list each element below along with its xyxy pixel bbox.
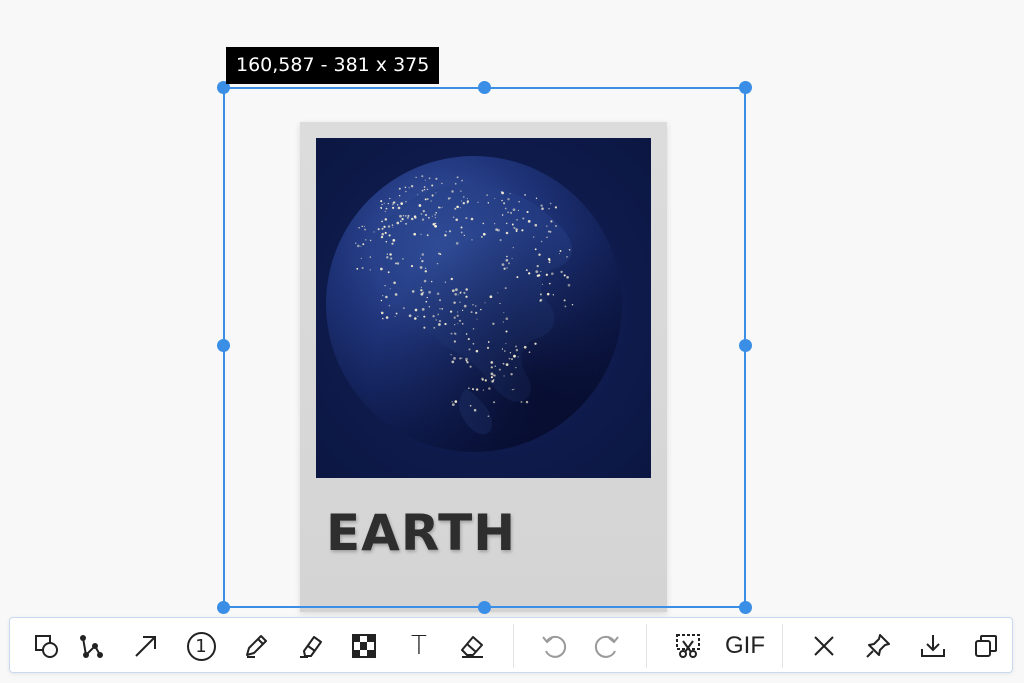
close-icon: [814, 636, 834, 656]
pin-button[interactable]: [860, 628, 896, 664]
save-button[interactable]: [915, 628, 951, 664]
toolbar-separator: [513, 624, 514, 668]
scroll-capture-button[interactable]: [670, 628, 706, 664]
eraser-tool-button[interactable]: [454, 628, 490, 664]
shape-icon: [35, 635, 58, 658]
undo-button[interactable]: [535, 628, 571, 664]
arrow-tool-button[interactable]: [128, 628, 164, 664]
resize-handle-bottom-right[interactable]: [738, 600, 752, 614]
polyline-tool-button[interactable]: [73, 628, 109, 664]
shape-tool-button[interactable]: [28, 628, 64, 664]
pin-icon: [866, 634, 890, 658]
text-tool-button[interactable]: T: [401, 628, 437, 664]
mosaic-icon: [352, 634, 376, 658]
selection-size-label: 160,587 - 381 x 375: [226, 47, 440, 84]
capture-selection-frame[interactable]: [223, 87, 746, 608]
resize-handle-top[interactable]: [477, 80, 491, 94]
resize-handle-bottom-left[interactable]: [216, 600, 230, 614]
close-button[interactable]: [806, 628, 842, 664]
number-marker-icon: 1: [186, 631, 216, 661]
resize-handle-right[interactable]: [738, 338, 752, 352]
resize-handle-bottom[interactable]: [477, 600, 491, 614]
polyline-icon: [80, 635, 103, 658]
copy-button[interactable]: [968, 628, 1004, 664]
text-icon: T: [411, 631, 427, 661]
toolbar-separator: [646, 624, 647, 668]
pencil-tool-button[interactable]: [238, 628, 274, 664]
mosaic-tool-button[interactable]: [346, 628, 382, 664]
annotation-toolbar: 1 T GIF: [9, 617, 1013, 673]
resize-handle-top-right[interactable]: [738, 80, 752, 94]
download-icon: [921, 635, 945, 657]
toolbar-separator: [782, 624, 783, 668]
undo-icon: [542, 635, 567, 658]
highlighter-icon: [300, 636, 322, 658]
gif-record-button[interactable]: GIF: [722, 628, 768, 664]
copy-icon: [975, 635, 997, 657]
gif-icon: GIF: [725, 632, 765, 659]
eraser-icon: [461, 636, 483, 658]
scissors-icon: [676, 634, 700, 658]
number-marker-tool-button[interactable]: 1: [183, 628, 219, 664]
highlighter-tool-button[interactable]: [293, 628, 329, 664]
redo-button[interactable]: [590, 628, 626, 664]
resize-handle-left[interactable]: [216, 338, 230, 352]
arrow-icon: [135, 636, 156, 657]
pencil-icon: [246, 635, 267, 658]
redo-icon: [594, 635, 619, 658]
